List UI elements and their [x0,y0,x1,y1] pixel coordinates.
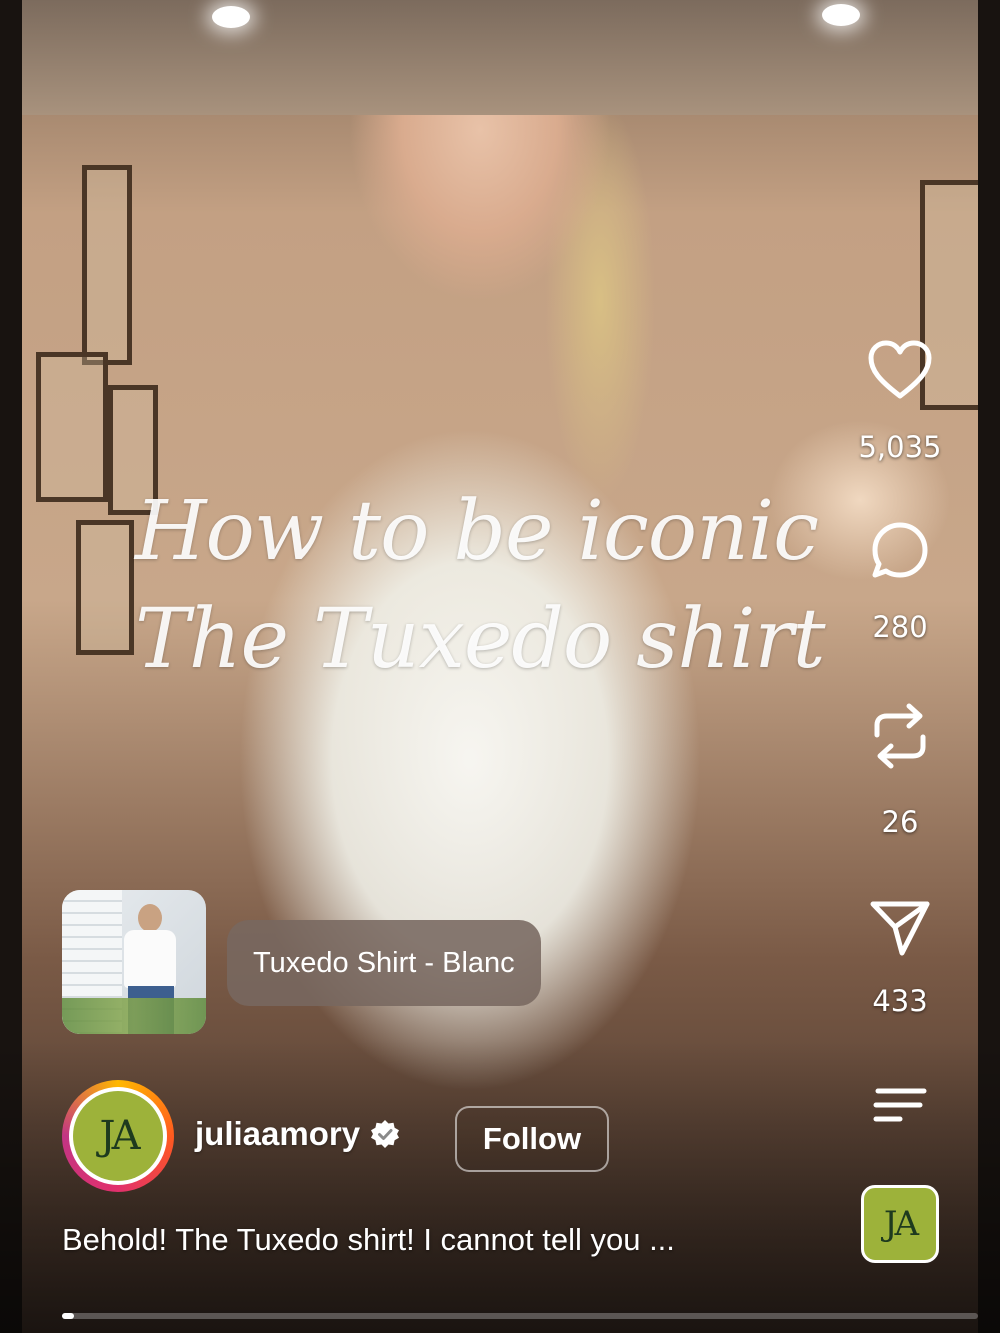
profile-avatar[interactable]: JA [62,1080,174,1192]
verified-badge-icon [371,1120,400,1148]
product-image-model [138,904,162,932]
ceiling-light [212,6,250,28]
reel-viewer[interactable]: How to be iconic The Tuxedo shirt 5,035 … [0,0,1000,1333]
wall-picture [82,165,132,365]
product-image-shirt [124,930,176,988]
product-thumbnail[interactable] [62,890,206,1034]
follow-button-label: Follow [482,1121,582,1156]
product-tag-button[interactable]: Tuxedo Shirt - Blanc [227,920,541,1006]
wall-picture [36,352,108,502]
product-image-plants [62,998,206,1034]
comment-icon [872,522,928,578]
overlay-title-line-1: How to be iconic [135,484,819,579]
repost-button[interactable] [866,702,934,770]
share-button[interactable] [866,894,934,962]
video-progress-fill [62,1313,74,1319]
avatar-border: JA [69,1087,167,1185]
product-tag-label: Tuxedo Shirt - Blanc [253,946,515,979]
send-icon [870,901,930,956]
caption[interactable]: Behold! The Tuxedo shirt! I cannot tell … [62,1222,675,1258]
wall-picture [76,520,134,655]
bottom-gradient [0,1040,1000,1333]
username-link[interactable]: juliaamory [195,1115,400,1153]
audio-thumbnail[interactable]: JA [861,1185,939,1263]
video-progress-bar[interactable] [62,1313,978,1319]
username: juliaamory [195,1115,361,1152]
like-button[interactable] [866,336,934,404]
repost-count: 26 [881,805,919,839]
comment-button[interactable] [866,516,934,584]
heart-icon [868,340,932,399]
ceiling-light [822,4,860,26]
overlay-title: How to be iconic The Tuxedo shirt [135,478,895,694]
comment-count: 280 [872,610,928,644]
overlay-title-line-2: The Tuxedo shirt [135,592,826,687]
like-count: 5,035 [858,430,942,464]
share-count: 433 [872,984,928,1018]
avatar-logo: JA [73,1091,163,1181]
follow-button[interactable]: Follow [455,1106,609,1172]
repost-icon [874,703,926,769]
menu-icon[interactable] [870,1085,930,1125]
